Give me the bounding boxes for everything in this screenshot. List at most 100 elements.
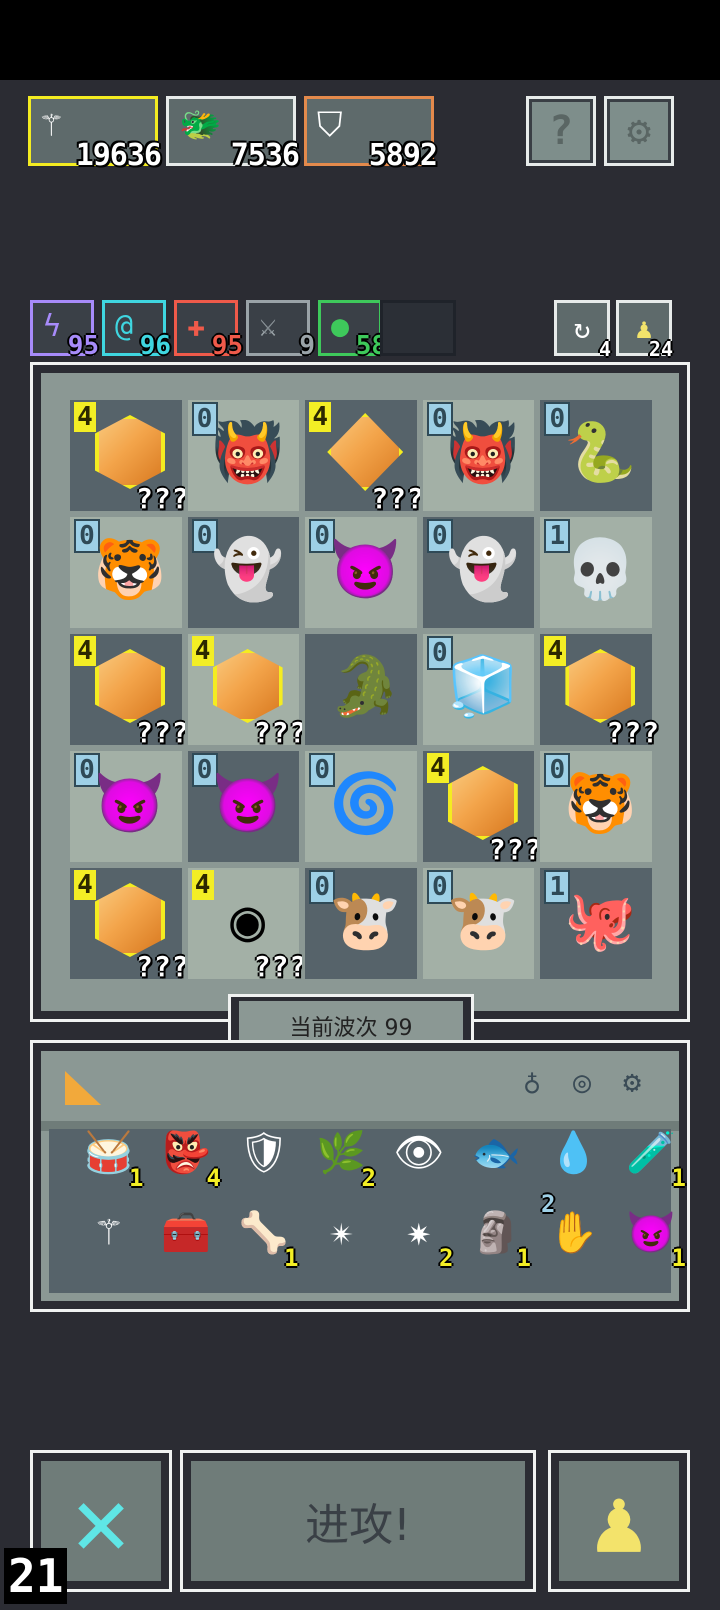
inventory-item[interactable]: 🛡 xyxy=(225,1112,303,1192)
board-cell[interactable]: 4??? xyxy=(419,748,541,866)
swirl-icon: @ xyxy=(115,309,134,344)
monster-icon: 😈 xyxy=(211,768,284,837)
board-cell[interactable]: 0 👹 xyxy=(419,397,538,514)
stat-value: 95 xyxy=(67,331,99,361)
board-cell[interactable]: 4??? xyxy=(184,631,306,749)
stat-value: 96 xyxy=(139,331,171,361)
board-cell[interactable]: 0 🐯 xyxy=(67,514,185,631)
eye-orb-icon: 👁 xyxy=(393,1129,445,1176)
resource-slot[interactable]: ⛉ 5892 xyxy=(304,96,438,173)
inventory-item[interactable]: 🦴 1 xyxy=(225,1192,303,1273)
stat-chip[interactable]: @ 96 xyxy=(102,300,171,361)
inventory-item[interactable]: 🧰 xyxy=(148,1192,226,1272)
mystery-gem-icon xyxy=(210,648,286,724)
board-cell[interactable]: 🐊 xyxy=(302,631,420,748)
help-button[interactable]: ? xyxy=(526,96,596,166)
reroll-counter[interactable]: ↻ 4 xyxy=(554,300,611,361)
claw-icon: 🦴 xyxy=(238,1209,289,1256)
stat-value: 95 xyxy=(211,331,243,361)
pawn-count: 24 xyxy=(648,337,673,361)
pawn-counter[interactable]: ♟ 24 xyxy=(616,300,673,361)
bone-shield-icon: ⛉ xyxy=(317,105,343,145)
board-cell[interactable]: 4??? xyxy=(302,397,424,515)
staff-icon: ⚚ xyxy=(41,105,62,145)
monster-icon: 🐙 xyxy=(564,885,637,954)
attack-button[interactable]: 进攻! xyxy=(180,1450,536,1592)
unknown-label: ??? xyxy=(136,950,190,983)
stat-chip[interactable]: ● 58 xyxy=(318,300,387,361)
board-cell[interactable]: 0 😈 xyxy=(67,748,185,865)
board-cell[interactable]: 0 🐮 xyxy=(302,865,420,982)
monster-icon: 🐮 xyxy=(329,885,402,954)
unknown-label: ??? xyxy=(253,950,308,983)
item-count: 1 xyxy=(129,1164,144,1192)
monster-icon: 🐮 xyxy=(446,885,519,954)
inventory-item[interactable]: 🥁 1 xyxy=(70,1112,148,1193)
mystery-gem-icon xyxy=(92,648,168,724)
stat-chip[interactable]: ✚ 95 xyxy=(174,300,243,361)
board-cell[interactable]: 4??? xyxy=(67,631,189,749)
stat-value: 9 xyxy=(299,331,315,361)
mystery-gem-icon xyxy=(92,414,168,490)
item-count: 2 xyxy=(361,1164,376,1192)
board-cell[interactable]: 0 👻 xyxy=(419,514,538,631)
cheese-icon xyxy=(65,1071,101,1105)
board-cell[interactable]: 1 🐙 xyxy=(537,865,655,982)
drum-icon: 🥁 xyxy=(83,1129,134,1176)
item-count: 1 xyxy=(671,1244,686,1272)
item-count: 1 xyxy=(284,1244,299,1272)
inventory-item[interactable]: 🧪 1 xyxy=(613,1112,691,1193)
lightning-icon: ϟ xyxy=(43,309,62,344)
board-cell[interactable]: 4 ◉??? xyxy=(184,865,306,983)
monster-icon: ◉ xyxy=(230,886,266,954)
item-level: 2 xyxy=(541,1190,556,1218)
inventory-item[interactable]: 👁 xyxy=(380,1112,458,1192)
heart-icon: ● xyxy=(331,309,350,344)
board-cell[interactable]: 4??? xyxy=(67,397,189,515)
inventory-item[interactable]: 😈 1 xyxy=(613,1192,691,1273)
helmet-filter-icon[interactable]: ♁ xyxy=(512,1062,552,1102)
gear-filter-icon[interactable]: ⚙ xyxy=(612,1062,652,1102)
fish-icon: 🐟 xyxy=(471,1129,522,1176)
herb-icon: 🌿 xyxy=(316,1129,367,1176)
board-cell[interactable]: 0 😈 xyxy=(302,514,420,631)
resource-value: 7536 xyxy=(230,138,300,173)
inventory-grid: 🥁 1 👺 4 🛡 🌿 2 👁 🐟 💧 🧪 1 ⚚ 🧰 🦴 1 ✴ ✷ 2 🗿 1 ✋ 2 😈 1 xyxy=(70,1112,691,1273)
board-cell[interactable]: 0 👻 xyxy=(184,514,303,631)
inventory-item[interactable]: ✷ 2 xyxy=(380,1192,458,1272)
board-cell[interactable]: 0 🐮 xyxy=(419,865,538,982)
wave-label: 当前波次 99 xyxy=(289,1016,413,1041)
board-cell[interactable]: 0 🐍 xyxy=(537,397,655,514)
board-cell[interactable]: 0 🌀 xyxy=(302,748,420,865)
resource-slot[interactable]: ⚚ 19636 xyxy=(28,96,162,173)
inventory-item[interactable]: 🐟 xyxy=(458,1112,536,1192)
board-cell[interactable]: 0 🧊 xyxy=(419,631,538,748)
inventory-item[interactable]: 👺 4 xyxy=(148,1112,226,1193)
inventory-item[interactable]: ⚚ xyxy=(70,1192,148,1272)
pawn-button[interactable]: ♟ xyxy=(548,1450,690,1592)
hand-icon: ✋ xyxy=(548,1209,599,1256)
inventory-item[interactable]: 🗿 1 xyxy=(458,1192,536,1273)
board-cell[interactable]: 0 😈 xyxy=(184,748,303,865)
status-bar xyxy=(0,0,720,80)
potion-jar-icon: 🧪 xyxy=(626,1129,677,1176)
board-cell[interactable]: 4??? xyxy=(537,631,659,749)
inventory-item[interactable]: ✴ xyxy=(303,1192,381,1272)
resource-slot[interactable]: 🐲 7536 xyxy=(166,96,300,173)
inventory-item[interactable]: ✋ 2 xyxy=(535,1190,613,1272)
board-cell[interactable]: 4??? xyxy=(67,865,189,983)
staff-icon: ⚚ xyxy=(96,1209,121,1255)
totem-icon: 🗿 xyxy=(471,1209,522,1256)
board-cell[interactable]: 1 💀 xyxy=(537,514,655,631)
inventory-item[interactable]: 💧 xyxy=(535,1112,613,1192)
board-grid: 4??? 0 👹 4??? 0 👹 0 🐍 0 🐯 0 👻 0 😈 0 👻 1 💀 4??? 4??? 🐊 0 🧊 4??? 0… xyxy=(67,397,659,983)
ring-filter-icon[interactable]: ◎ xyxy=(562,1062,602,1102)
stat-chip[interactable]: ⚔ 9 xyxy=(246,300,315,361)
stat-chip[interactable]: ϟ 95 xyxy=(30,300,99,361)
settings-button[interactable]: ⚙ xyxy=(604,96,674,166)
inventory-item[interactable]: 🌿 2 xyxy=(303,1112,381,1193)
attack-label: 进攻! xyxy=(305,1500,411,1551)
board-cell[interactable]: 0 🐯 xyxy=(537,748,655,865)
mystery-gem-icon xyxy=(92,882,168,958)
board-cell[interactable]: 0 👹 xyxy=(184,397,303,514)
